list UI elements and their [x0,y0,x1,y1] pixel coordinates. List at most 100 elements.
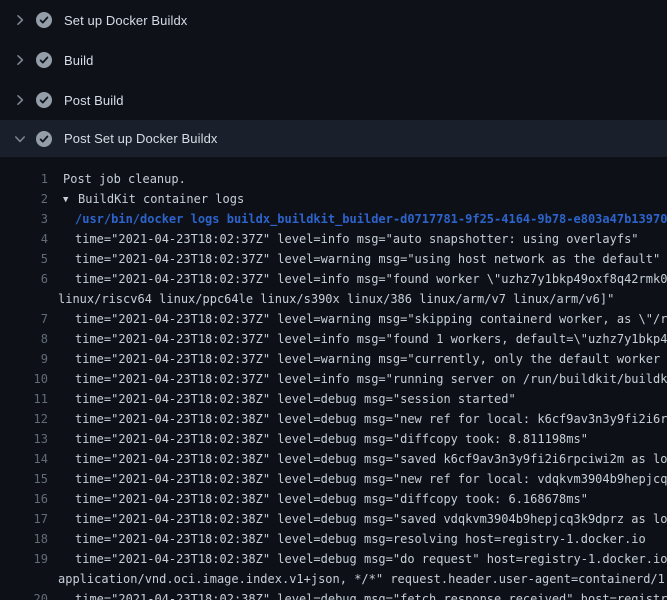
check-circle-icon [36,12,52,28]
log-line-number[interactable] [0,289,48,309]
log-line-number[interactable]: 9 [0,349,48,369]
log-line[interactable]: 13 time="2021-04-23T18:02:38Z" level=deb… [0,429,667,449]
log-line[interactable]: 18 time="2021-04-23T18:02:38Z" level=deb… [0,529,667,549]
step-row[interactable]: Build [0,40,667,80]
chevron-right-icon[interactable] [12,92,28,108]
log-line-number[interactable] [0,569,48,589]
log-line-number[interactable]: 20 [0,589,48,600]
log-line-content: time="2021-04-23T18:02:38Z" level=debug … [48,489,588,509]
log-line-content: time="2021-04-23T18:02:38Z" level=debug … [48,449,667,469]
log-line[interactable]: 1 Post job cleanup. [0,169,667,189]
log-line[interactable]: 17 time="2021-04-23T18:02:38Z" level=deb… [0,509,667,529]
log-line[interactable]: 11 time="2021-04-23T18:02:38Z" level=deb… [0,389,667,409]
log-line-content: time="2021-04-23T18:02:37Z" level=info m… [48,269,667,289]
log-line-number[interactable]: 6 [0,269,48,289]
log-line[interactable]: 5 time="2021-04-23T18:02:37Z" level=warn… [0,249,667,269]
step-row[interactable]: Set up Docker Buildx [0,0,667,40]
log-line-number[interactable]: 5 [0,249,48,269]
step-row[interactable]: Post Build [0,80,667,120]
log-text: time="2021-04-23T18:02:38Z" level=debug … [75,492,588,506]
log-line-number[interactable]: 8 [0,329,48,349]
log-line-content: time="2021-04-23T18:02:37Z" level=warnin… [48,249,660,269]
chevron-right-icon[interactable] [12,12,28,28]
log-line-number[interactable]: 12 [0,409,48,429]
log-line[interactable]: 7 time="2021-04-23T18:02:37Z" level=warn… [0,309,667,329]
actions-log-viewer: { "colors": { "bg_page": "#0e1218", "bg_… [0,0,667,600]
log-line-content: time="2021-04-23T18:02:37Z" level=info m… [48,369,667,389]
log-text: time="2021-04-23T18:02:37Z" level=warnin… [75,312,667,326]
log-line-content: time="2021-04-23T18:02:38Z" level=debug … [48,529,646,549]
log-text: time="2021-04-23T18:02:38Z" level=debug … [75,412,667,426]
log-text: Post job cleanup. [63,172,186,186]
log-line-number[interactable]: 7 [0,309,48,329]
step-label: Post Build [64,93,124,108]
log-line[interactable]: 4 time="2021-04-23T18:02:37Z" level=info… [0,229,667,249]
log-line-content: time="2021-04-23T18:02:38Z" level=debug … [48,509,667,529]
log-line-number[interactable]: 14 [0,449,48,469]
log-line-number[interactable]: 16 [0,489,48,509]
log-line-number[interactable]: 1 [0,169,48,189]
log-text: time="2021-04-23T18:02:38Z" level=debug … [75,512,667,526]
log-text: time="2021-04-23T18:02:37Z" level=info m… [75,372,667,386]
check-circle-icon [36,131,52,147]
log-text: time="2021-04-23T18:02:37Z" level=info m… [75,272,667,286]
chevron-down-icon[interactable] [12,131,28,147]
log-line[interactable]: application/vnd.oci.image.index.v1+json,… [0,569,667,589]
log-line[interactable]: 20 time="2021-04-23T18:02:38Z" level=deb… [0,589,667,600]
log-text: time="2021-04-23T18:02:38Z" level=debug … [75,392,516,406]
log-text: time="2021-04-23T18:02:37Z" level=info m… [75,232,639,246]
log-line[interactable]: 15 time="2021-04-23T18:02:38Z" level=deb… [0,469,667,489]
log-line[interactable]: 6 time="2021-04-23T18:02:37Z" level=info… [0,269,667,289]
log-line-content: application/vnd.oci.image.index.v1+json,… [48,569,667,589]
log-line-number[interactable]: 13 [0,429,48,449]
log-line[interactable]: 12 time="2021-04-23T18:02:38Z" level=deb… [0,409,667,429]
log-line[interactable]: 19 time="2021-04-23T18:02:38Z" level=deb… [0,549,667,569]
log-line-content: time="2021-04-23T18:02:37Z" level=warnin… [48,309,667,329]
log-text: time="2021-04-23T18:02:37Z" level=warnin… [75,352,667,366]
log-line-number[interactable]: 11 [0,389,48,409]
log-text: time="2021-04-23T18:02:38Z" level=debug … [75,452,667,466]
log-line[interactable]: linux/riscv64 linux/ppc64le linux/s390x … [0,289,667,309]
log-line-number[interactable]: 3 [0,209,48,229]
log-text: time="2021-04-23T18:02:38Z" level=debug … [75,472,667,486]
group-collapse-icon[interactable]: ▼ [63,190,78,210]
log-text: time="2021-04-23T18:02:38Z" level=debug … [75,552,667,566]
log-line-content: ▼BuildKit container logs [48,189,244,209]
step-label: Build [64,53,93,68]
log-line-number[interactable]: 2 [0,189,48,209]
step-list: Set up Docker Buildx Build Post Buil [0,0,667,157]
log-line-content: time="2021-04-23T18:02:38Z" level=debug … [48,409,667,429]
log-line-content: time="2021-04-23T18:02:38Z" level=debug … [48,389,516,409]
log-line-number[interactable]: 17 [0,509,48,529]
log-line-content: time="2021-04-23T18:02:38Z" level=debug … [48,549,667,569]
log-line-number[interactable]: 19 [0,549,48,569]
log-text: time="2021-04-23T18:02:38Z" level=debug … [75,592,667,600]
log-text: time="2021-04-23T18:02:38Z" level=debug … [75,432,588,446]
log-text: time="2021-04-23T18:02:37Z" level=info m… [75,332,667,346]
log-line[interactable]: 10 time="2021-04-23T18:02:37Z" level=inf… [0,369,667,389]
log-line[interactable]: 9 time="2021-04-23T18:02:37Z" level=warn… [0,349,667,369]
log-line[interactable]: 3 /usr/bin/docker logs buildx_buildkit_b… [0,209,667,229]
log-line-number[interactable]: 18 [0,529,48,549]
log-text: /usr/bin/docker logs buildx_buildkit_bui… [75,212,667,226]
log-text: application/vnd.oci.image.index.v1+json,… [58,572,667,586]
step-label: Post Set up Docker Buildx [64,131,218,146]
log-text: time="2021-04-23T18:02:37Z" level=warnin… [75,252,660,266]
log-line[interactable]: 14 time="2021-04-23T18:02:38Z" level=deb… [0,449,667,469]
check-circle-icon [36,52,52,68]
log-line[interactable]: 8 time="2021-04-23T18:02:37Z" level=info… [0,329,667,349]
log-line[interactable]: 2 ▼BuildKit container logs [0,189,667,209]
log-line-content: time="2021-04-23T18:02:38Z" level=debug … [48,469,667,489]
chevron-right-icon[interactable] [12,52,28,68]
log-line-number[interactable]: 4 [0,229,48,249]
log-line[interactable]: 16 time="2021-04-23T18:02:38Z" level=deb… [0,489,667,509]
log-line-content: Post job cleanup. [48,169,186,189]
log-line-content: time="2021-04-23T18:02:37Z" level=info m… [48,229,639,249]
log-line-number[interactable]: 10 [0,369,48,389]
step-label: Set up Docker Buildx [64,13,187,28]
log-line-content: linux/riscv64 linux/ppc64le linux/s390x … [48,289,614,309]
log-text: time="2021-04-23T18:02:38Z" level=debug … [75,532,646,546]
log-line-number[interactable]: 15 [0,469,48,489]
step-row[interactable]: Post Set up Docker Buildx [0,120,667,157]
log-line-content: time="2021-04-23T18:02:37Z" level=info m… [48,329,667,349]
